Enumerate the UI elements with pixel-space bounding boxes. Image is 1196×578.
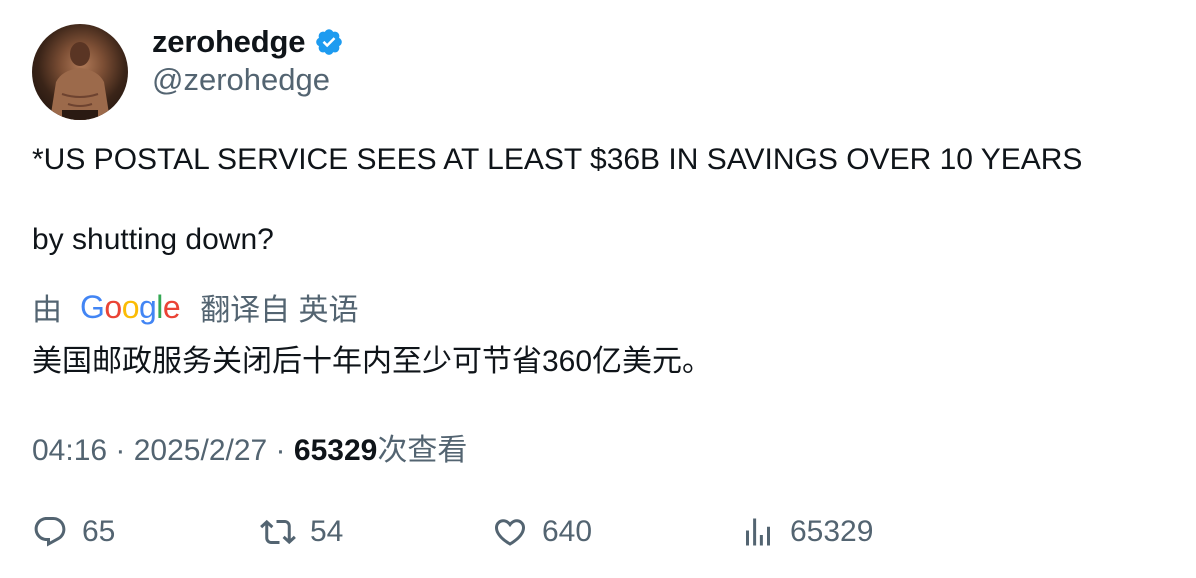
avatar-photo — [50, 42, 110, 120]
avatar[interactable] — [32, 24, 128, 120]
like-button[interactable]: 640 — [492, 510, 592, 554]
google-logo-letter: o — [121, 288, 140, 325]
meta-separator: · — [267, 434, 294, 467]
views-count: 65329 — [293, 434, 378, 467]
views-button[interactable]: 65329 — [740, 510, 873, 554]
views-chart-icon — [746, 518, 770, 546]
like-count: 640 — [542, 515, 593, 548]
author-handle[interactable]: @zerohedge — [152, 62, 330, 98]
author-name-row[interactable]: zerohedge — [152, 22, 344, 62]
verified-badge-icon — [316, 29, 343, 55]
retweet-count: 54 — [310, 515, 344, 548]
translation-suffix: 翻译自 英语 — [200, 294, 359, 327]
google-logo: Google — [80, 288, 181, 326]
translated-text: 美国邮政服务关闭后十年内至少可节省360亿美元。 — [32, 345, 713, 378]
tweet-text-line-2: by shutting down? — [32, 223, 274, 256]
retweet-icon — [260, 519, 296, 545]
reply-count: 65 — [82, 515, 116, 548]
reply-icon — [34, 517, 66, 547]
reply-button[interactable]: 65 — [32, 510, 115, 554]
tweet-metadata: 04:16 · 2025/2/27 · 65329次查看 — [32, 425, 467, 469]
google-logo-letter: g — [138, 288, 157, 325]
translation-attribution: 由 Google 翻译自 英语 — [32, 287, 359, 328]
translation-prefix: 由 — [32, 294, 62, 327]
google-logo-letter: G — [80, 288, 105, 325]
meta-separator: · — [107, 434, 134, 467]
views-action-count: 65329 — [790, 515, 874, 548]
heart-icon — [494, 519, 526, 546]
google-logo-letter: e — [162, 288, 181, 325]
author-display-name[interactable]: zerohedge — [152, 24, 305, 60]
tweet-text-line-1: *US POSTAL SERVICE SEES AT LEAST $36B IN… — [32, 143, 1083, 176]
tweet-date[interactable]: 2025/2/27 — [134, 434, 267, 467]
tweet-time[interactable]: 04:16 — [32, 434, 107, 467]
google-logo-letter: l — [156, 288, 163, 325]
retweet-button[interactable]: 54 — [260, 510, 343, 554]
views-label: 次查看 — [377, 434, 468, 467]
google-logo-letter: o — [104, 288, 122, 325]
